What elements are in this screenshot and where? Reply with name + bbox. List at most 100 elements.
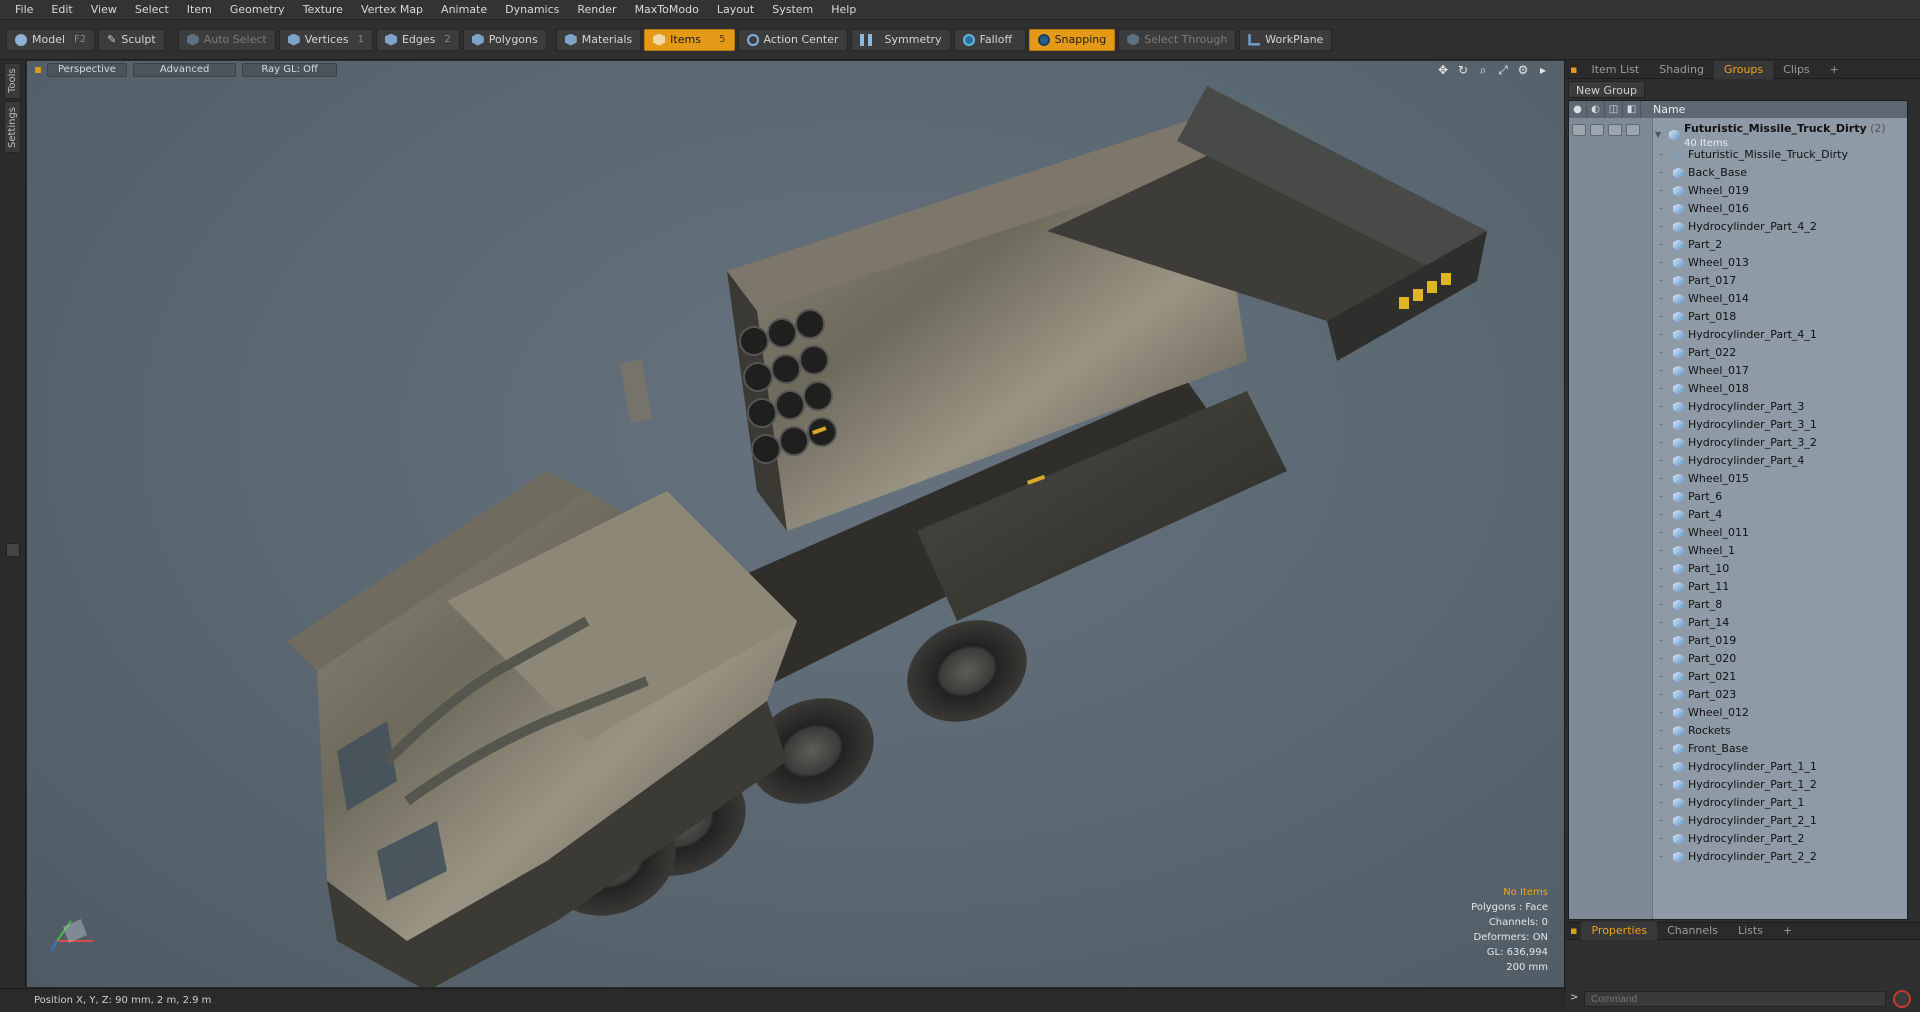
visibility-col-icon[interactable]: ● — [1569, 101, 1587, 118]
tab-shading[interactable]: Shading — [1649, 61, 1714, 79]
new-group-button[interactable]: New Group — [1568, 81, 1645, 98]
list-item[interactable]: – Hydrocylinder_Part_1_1 — [1569, 758, 1907, 776]
list-item[interactable]: – Hydrocylinder_Part_1 — [1569, 794, 1907, 812]
list-item[interactable]: – Hydrocylinder_Part_3_1 — [1569, 416, 1907, 434]
tools-tab[interactable]: Tools — [4, 63, 21, 99]
tab-lists[interactable]: Lists — [1728, 922, 1773, 940]
tab-properties[interactable]: Properties — [1581, 922, 1658, 940]
list-item[interactable]: – Part_019 — [1569, 632, 1907, 650]
list-item[interactable]: – Part_14 — [1569, 614, 1907, 632]
list-item[interactable]: – Back_Base — [1569, 164, 1907, 182]
polygons-button[interactable]: Polygons — [462, 28, 547, 51]
properties-menu-icon[interactable]: ▪ — [1566, 922, 1581, 940]
menu-file[interactable]: File — [6, 3, 42, 16]
list-item[interactable]: – Part_021 — [1569, 668, 1907, 686]
add-properties-tab-button[interactable]: + — [1773, 922, 1802, 940]
tab-item-list[interactable]: Item List — [1581, 61, 1649, 79]
lock-toggle[interactable] — [1608, 124, 1622, 136]
list-item[interactable]: – Hydrocylinder_Part_2_2 — [1569, 848, 1907, 866]
list-item[interactable]: – Hydrocylinder_Part_2_1 — [1569, 812, 1907, 830]
panel-toggle-handle[interactable] — [6, 543, 20, 557]
record-button[interactable] — [1893, 990, 1911, 1008]
render-col-icon[interactable]: ◐ — [1587, 101, 1605, 118]
add-tab-button[interactable]: + — [1820, 61, 1849, 79]
edges-button[interactable]: Edges 2 — [375, 28, 460, 51]
sculpt-button[interactable]: ✎ Sculpt — [98, 28, 165, 51]
list-item[interactable]: – Hydrocylinder_Part_1_2 — [1569, 776, 1907, 794]
menu-item[interactable]: Item — [178, 3, 221, 16]
list-item[interactable]: – Futuristic_Missile_Truck_Dirty — [1569, 146, 1907, 164]
list-item[interactable]: – Wheel_017 — [1569, 362, 1907, 380]
menu-system[interactable]: System — [763, 3, 822, 16]
menu-animate[interactable]: Animate — [432, 3, 496, 16]
menu-texture[interactable]: Texture — [294, 3, 352, 16]
list-item[interactable]: – Wheel_015 — [1569, 470, 1907, 488]
action-center-button[interactable]: Action Center — [737, 28, 848, 51]
lock-col-icon[interactable]: ◫ — [1605, 101, 1623, 118]
list-item[interactable]: – Wheel_1 — [1569, 542, 1907, 560]
list-item[interactable]: – Part_022 — [1569, 344, 1907, 362]
snapping-button[interactable]: Snapping — [1028, 28, 1116, 51]
select-col-icon[interactable]: ◧ — [1623, 101, 1641, 118]
list-item[interactable]: – Wheel_019 — [1569, 182, 1907, 200]
select-through-button[interactable]: Select Through — [1118, 28, 1237, 51]
list-item[interactable]: – Wheel_018 — [1569, 380, 1907, 398]
list-item[interactable]: – Part_4 — [1569, 506, 1907, 524]
menu-layout[interactable]: Layout — [708, 3, 763, 16]
list-item[interactable]: – Rockets — [1569, 722, 1907, 740]
list-item[interactable]: – Wheel_014 — [1569, 290, 1907, 308]
vertices-button[interactable]: Vertices 1 — [278, 28, 373, 51]
list-item[interactable]: – Part_020 — [1569, 650, 1907, 668]
command-input[interactable] — [1584, 991, 1886, 1007]
render-toggle[interactable] — [1590, 124, 1604, 136]
brush-icon: ✎ — [107, 33, 117, 46]
tab-groups[interactable]: Groups — [1713, 60, 1774, 79]
visibility-toggle[interactable] — [1572, 124, 1586, 136]
list-item[interactable]: – Part_11 — [1569, 578, 1907, 596]
menu-maxtomodo[interactable]: MaxToModo — [626, 3, 708, 16]
list-item[interactable]: – Wheel_016 — [1569, 200, 1907, 218]
list-item[interactable]: – Part_8 — [1569, 596, 1907, 614]
menu-help[interactable]: Help — [822, 3, 865, 16]
list-item[interactable]: – Part_018 — [1569, 308, 1907, 326]
expand-arrow-icon[interactable]: ▼ — [1655, 126, 1663, 144]
list-item[interactable]: – Hydrocylinder_Part_4 — [1569, 452, 1907, 470]
menu-geometry[interactable]: Geometry — [221, 3, 294, 16]
symmetry-button[interactable]: Symmetry — [850, 28, 951, 51]
name-column-header[interactable]: Name — [1641, 103, 1685, 116]
menu-view[interactable]: View — [82, 3, 126, 16]
list-item[interactable]: – Part_023 — [1569, 686, 1907, 704]
tab-clips[interactable]: Clips — [1773, 61, 1820, 79]
menu-select[interactable]: Select — [126, 3, 178, 16]
menu-dynamics[interactable]: Dynamics — [496, 3, 568, 16]
list-item[interactable]: – Front_Base — [1569, 740, 1907, 758]
list-item[interactable]: – Part_017 — [1569, 272, 1907, 290]
3d-viewport[interactable]: Perspective Advanced Ray GL: Off ✥ ↻ ⌕ ⤢… — [27, 61, 1565, 987]
list-item[interactable]: – Part_2 — [1569, 236, 1907, 254]
list-item[interactable]: – Wheel_011 — [1569, 524, 1907, 542]
model-button[interactable]: Model F2 — [6, 28, 96, 51]
list-item[interactable]: – Hydrocylinder_Part_3 — [1569, 398, 1907, 416]
auto-select-button[interactable]: Auto Select — [177, 28, 276, 51]
list-item[interactable]: – Wheel_013 — [1569, 254, 1907, 272]
falloff-button[interactable]: Falloff — [953, 28, 1026, 51]
list-item[interactable]: – Hydrocylinder_Part_4_1 — [1569, 326, 1907, 344]
panel-menu-icon[interactable]: ▪ — [1566, 61, 1581, 79]
menu-render[interactable]: Render — [568, 3, 625, 16]
settings-tab[interactable]: Settings — [4, 101, 21, 153]
materials-button[interactable]: Materials — [555, 28, 642, 51]
tree-line-icon: – — [1659, 384, 1663, 393]
tab-channels[interactable]: Channels — [1657, 922, 1728, 940]
items-button[interactable]: Items 5 — [644, 28, 735, 51]
group-root-row[interactable]: ▼ Futuristic_Missile_Truck_Dirty (2) 40 … — [1569, 118, 1907, 149]
list-item[interactable]: – Part_6 — [1569, 488, 1907, 506]
list-item[interactable]: – Hydrocylinder_Part_3_2 — [1569, 434, 1907, 452]
list-item[interactable]: – Part_10 — [1569, 560, 1907, 578]
menu-edit[interactable]: Edit — [42, 3, 81, 16]
menu-vertex-map[interactable]: Vertex Map — [352, 3, 432, 16]
select-toggle[interactable] — [1626, 124, 1640, 136]
list-item[interactable]: – Wheel_012 — [1569, 704, 1907, 722]
list-item[interactable]: – Hydrocylinder_Part_2 — [1569, 830, 1907, 848]
workplane-button[interactable]: WorkPlane — [1239, 28, 1333, 51]
list-item[interactable]: – Hydrocylinder_Part_4_2 — [1569, 218, 1907, 236]
